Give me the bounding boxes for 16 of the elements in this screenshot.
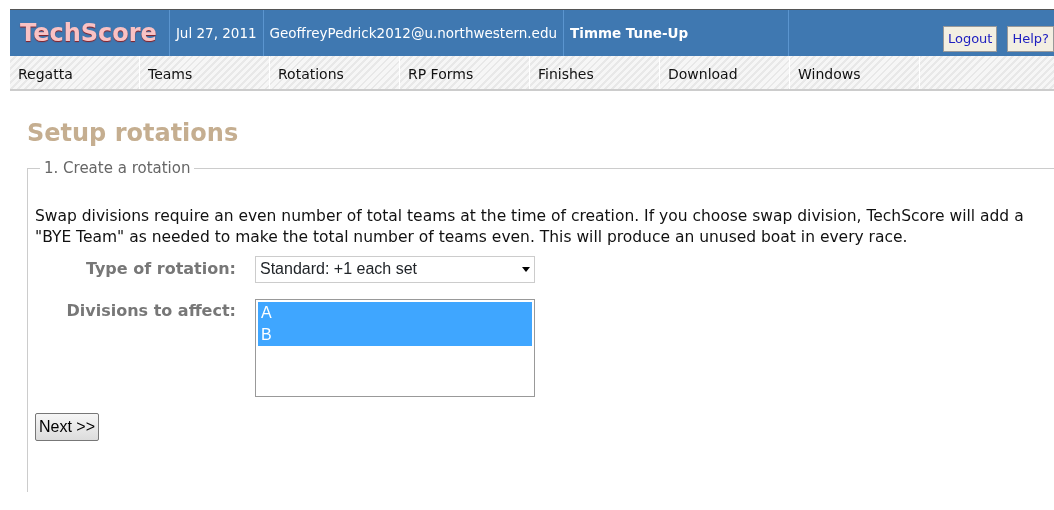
menu-item[interactable]: Windows [790,56,920,89]
menu-item[interactable]: Regatta [10,56,140,89]
field-label: Type of rotation: [84,258,237,280]
page-title: Setup rotations [27,118,240,149]
menu-item[interactable]: RP Forms [400,56,530,89]
rotation-type-select[interactable]: Standard: +1 each set [255,255,535,283]
field-label: Divisions to affect: [65,299,237,322]
logout-button[interactable]: Logout [942,26,998,52]
caret-icon [522,266,530,272]
menu-item[interactable]: Rotations [270,56,400,89]
menu-item[interactable]: Download [660,56,790,89]
help-button[interactable]: Help? [1007,26,1054,52]
menu-item[interactable]: Finishes [530,56,660,89]
info-message: Swap divisions require an even number of total teams at the time of creation. If you choose swap division, TechScore will add a "BYE Team" as needed to make the total number of teams even. This will produce an unused boat in every race. [35,205,1025,248]
menu-item[interactable]: Teams [140,56,270,89]
next-button[interactable]: Next >> [35,412,100,441]
